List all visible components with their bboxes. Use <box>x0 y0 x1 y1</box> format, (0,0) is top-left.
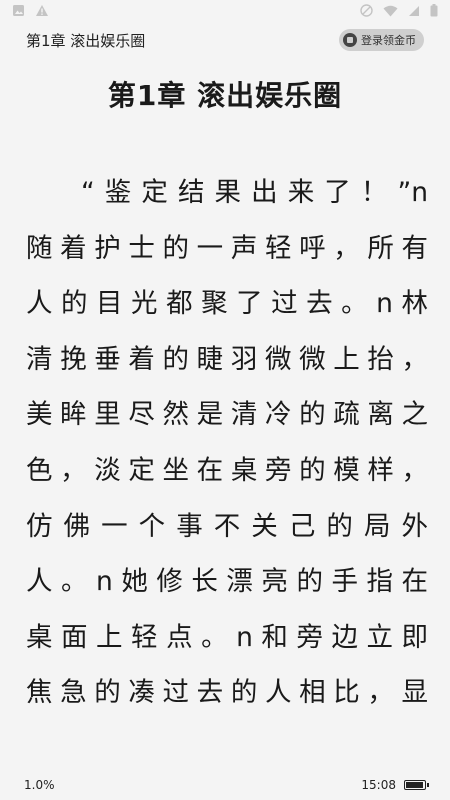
reading-content[interactable]: “鉴定结果出来了！”n 随着护士的一声轻呼，所有 人的目光都聚了过去。n林 清挽… <box>26 165 428 721</box>
coin-icon <box>343 33 357 47</box>
chapter-label: 第1章 滚出娱乐圈 <box>26 31 146 50</box>
reader-footer: 1.0% 15:08 <box>0 770 450 800</box>
content-line: 随着护士的一声轻呼，所有 <box>26 232 428 264</box>
content-line: 清挽垂着的睫羽微微上抬， <box>26 343 428 375</box>
status-left-icons <box>12 4 49 20</box>
status-right-icons <box>360 4 438 20</box>
content-line: 人的目光都聚了过去。n林 <box>26 288 428 320</box>
footer-right: 15:08 <box>361 778 429 792</box>
chapter-title: 第1章 滚出娱乐圈 <box>107 79 343 112</box>
wifi-icon <box>383 5 398 20</box>
coin-button-label: 登录领金币 <box>361 34 416 47</box>
no-sim-icon <box>360 4 373 20</box>
content-line: 色，淡定坐在桌旁的模样， <box>26 454 428 486</box>
reading-progress: 1.0% <box>24 778 55 792</box>
content-line: 人。n她修长漂亮的手指在 <box>26 566 428 598</box>
system-status-bar <box>0 0 450 24</box>
battery-fill <box>406 782 423 788</box>
cellular-icon <box>408 5 420 20</box>
content-line: 美眸里尽然是清冷的疏离之 <box>26 399 428 431</box>
content-line: 桌面上轻点。n和旁边立即 <box>26 621 428 653</box>
login-earn-coins-button[interactable]: 登录领金币 <box>339 29 424 51</box>
content-line: “鉴定结果出来了！”n <box>81 177 428 208</box>
footer-battery-icon <box>404 780 429 790</box>
battery-icon <box>430 4 438 20</box>
warning-icon <box>35 4 49 20</box>
clock-time: 15:08 <box>361 778 396 792</box>
content-line: 焦急的凑过去的人相比，显 <box>26 677 428 709</box>
content-line: 仿佛一个事不关己的局外 <box>26 510 428 542</box>
image-icon <box>12 4 25 20</box>
reader-top-bar: 第1章 滚出娱乐圈 登录领金币 <box>0 26 450 54</box>
